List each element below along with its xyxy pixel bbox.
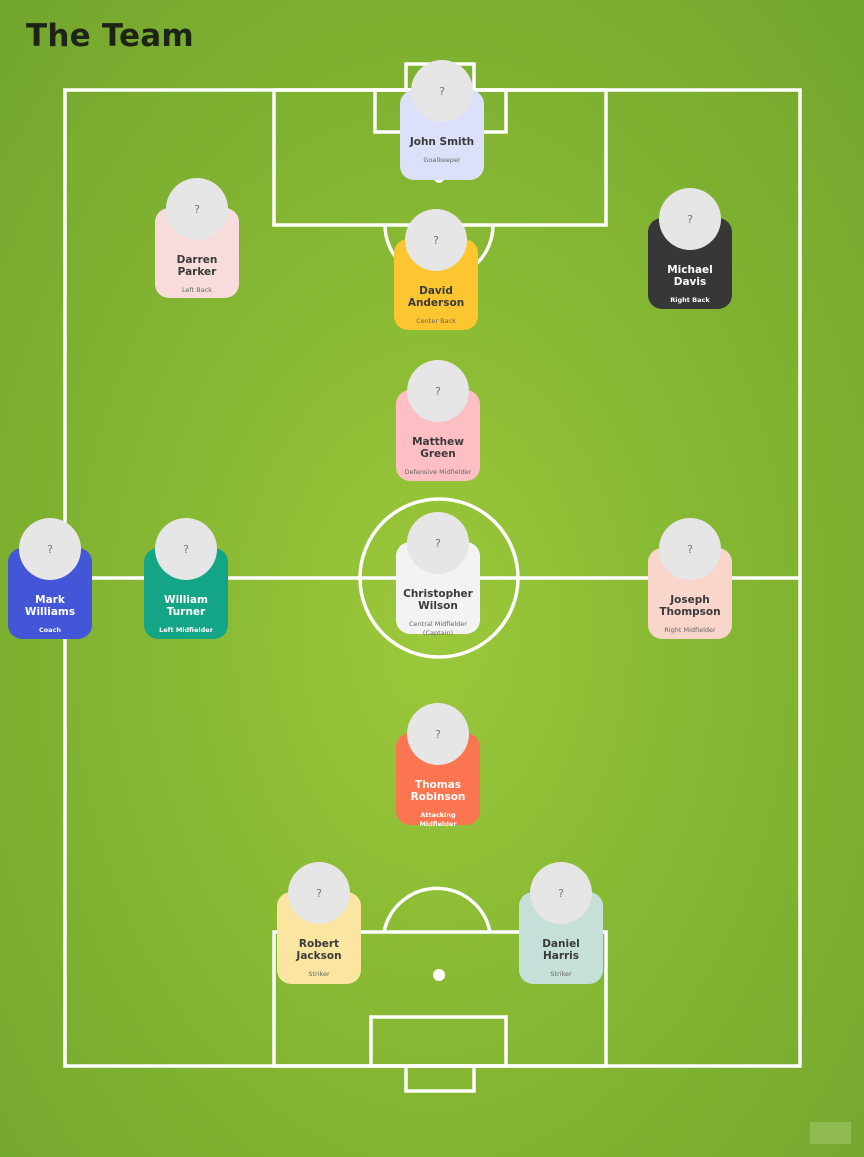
player-name: Mark Williams [24, 594, 76, 618]
player-name: Darren Parker [176, 254, 218, 278]
player-card-john-smith[interactable]: ? John Smith Goalkeeper [400, 60, 484, 180]
avatar: ? [407, 703, 469, 765]
avatar: ? [407, 360, 469, 422]
player-role: Coach [38, 626, 62, 634]
player-role: Attacking Midfielder [419, 811, 457, 828]
player-name: Matthew Green [412, 436, 464, 460]
player-name: John Smith [409, 136, 475, 148]
player-name: William Turner [163, 594, 208, 618]
player-role: Striker [308, 970, 330, 978]
player-name: Thomas Robinson [410, 779, 466, 803]
avatar: ? [411, 60, 473, 122]
avatar: ? [405, 209, 467, 271]
player-card-david-anderson[interactable]: ? David Anderson Center Back [394, 209, 478, 330]
player-card-joseph-thompson[interactable]: ? Joseph Thompson Right Midfielder [648, 518, 732, 639]
avatar: ? [155, 518, 217, 580]
corner-panel [810, 1122, 851, 1144]
player-card-mark-williams[interactable]: ? Mark Williams Coach [8, 518, 92, 639]
player-card-daniel-harris[interactable]: ? Daniel Harris Striker [519, 862, 603, 984]
player-name: Joseph Thompson [659, 594, 721, 618]
avatar: ? [659, 188, 721, 250]
player-role: Right Midfielder [664, 626, 716, 634]
avatar: ? [659, 518, 721, 580]
player-card-michael-davis[interactable]: ? Michael Davis Right Back [648, 188, 732, 309]
avatar: ? [530, 862, 592, 924]
player-role: Left Midfielder [159, 626, 213, 634]
avatar: ? [288, 862, 350, 924]
bottom-goal [404, 1064, 476, 1093]
player-role: Goalkeeper [423, 156, 461, 164]
player-role: Defensive Midfielder [404, 468, 472, 476]
player-card-robert-jackson[interactable]: ? Robert Jackson Striker [277, 862, 361, 984]
player-role: Right Back [670, 296, 710, 304]
bottom-goal-area [369, 1015, 508, 1068]
player-role: Center Back [416, 317, 456, 325]
bottom-penalty-spot [433, 969, 445, 981]
player-role: Left Back [181, 286, 213, 294]
player-name: David Anderson [407, 285, 465, 309]
avatar: ? [19, 518, 81, 580]
player-name: Christopher Wilson [403, 588, 473, 612]
player-card-thomas-robinson[interactable]: ? Thomas Robinson Attacking Midfielder [396, 703, 480, 828]
bottom-penalty-arc [382, 886, 492, 933]
player-role: Striker [550, 970, 572, 978]
player-card-darren-parker[interactable]: ? Darren Parker Left Back [155, 178, 239, 298]
player-card-christopher-wilson[interactable]: ? Christopher Wilson Central Midfielder … [396, 512, 480, 637]
player-name: Robert Jackson [296, 938, 342, 962]
player-card-william-turner[interactable]: ? William Turner Left Midfielder [144, 518, 228, 639]
player-role: Central Midfielder (Captain) [409, 620, 467, 637]
avatar: ? [407, 512, 469, 574]
avatar: ? [166, 178, 228, 240]
player-card-matthew-green[interactable]: ? Matthew Green Defensive Midfielder [396, 360, 480, 481]
player-name: Michael Davis [667, 264, 713, 288]
player-name: Daniel Harris [542, 938, 580, 962]
